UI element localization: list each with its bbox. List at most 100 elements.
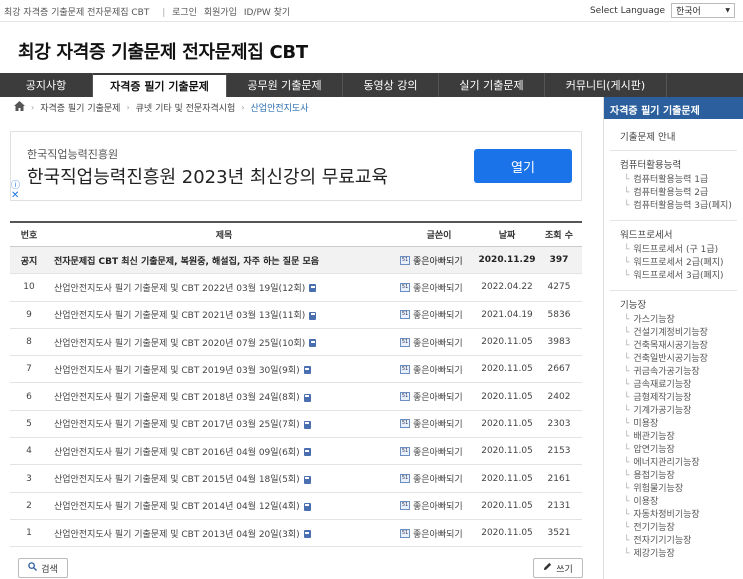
sidebar-item-label[interactable]: 워드프로세서 (구 1급): [633, 245, 718, 255]
row-author-name[interactable]: 좋은아빠되기: [413, 308, 463, 321]
sidebar-category[interactable]: 컴퓨터활용능력: [604, 157, 743, 171]
sidebar-item-label[interactable]: 금속재료기능장: [633, 380, 691, 390]
row-title-text[interactable]: 산업안전지도사 필기 기출문제 및 CBT 2019년 03월 30일(9회): [54, 366, 300, 376]
sidebar-item-label[interactable]: 미용장: [633, 419, 658, 429]
search-button[interactable]: 검색: [18, 558, 68, 578]
sidebar-item[interactable]: └ 위험물기능장: [604, 483, 743, 496]
sidebar-item[interactable]: └ 금형제작기능장: [604, 392, 743, 405]
close-icon[interactable]: ✕: [11, 190, 19, 201]
row-author[interactable]: 51 좋은아빠되기: [400, 308, 478, 321]
sidebar-item[interactable]: └ 컴퓨터활용능력 3급(폐지): [604, 200, 743, 213]
row-title-text[interactable]: 전자문제집 CBT 최신 기출문제, 복원중, 해설집, 자주 하는 질문 모음: [54, 257, 319, 267]
signup-link[interactable]: 회원가입: [204, 8, 237, 18]
table-row[interactable]: 9 산업안전지도사 필기 기출문제 및 CBT 2021년 03월 13일(11회…: [10, 302, 582, 329]
sidebar-item-label[interactable]: 컴퓨터활용능력 2급: [633, 188, 708, 198]
sidebar-header[interactable]: 자격증 필기 기출문제: [604, 97, 743, 119]
ad-headline[interactable]: 한국직업능력진흥원 2023년 최신강의 무료교육: [27, 163, 388, 189]
sidebar-item-label[interactable]: 전기기능장: [633, 523, 674, 533]
row-author[interactable]: 51 좋은아빠되기: [400, 472, 478, 485]
row-author[interactable]: 51 좋은아빠되기: [400, 363, 478, 376]
row-author[interactable]: 51 좋은아빠되기: [400, 499, 478, 512]
nav-civil-service[interactable]: 공무원 기출문제: [227, 73, 343, 97]
row-title[interactable]: 산업안전지도사 필기 기출문제 및 CBT 2021년 03월 13일(11회): [48, 308, 400, 321]
sidebar-item[interactable]: └ 에너지관리기능장: [604, 457, 743, 470]
row-author-name[interactable]: 좋은아빠되기: [413, 417, 463, 430]
home-icon[interactable]: [14, 101, 25, 114]
sidebar-category[interactable]: 워드프로세서: [604, 227, 743, 241]
row-title[interactable]: 산업안전지도사 필기 기출문제 및 CBT 2013년 04월 20일(3회): [48, 527, 400, 540]
ad-banner[interactable]: 한국직업능력진흥원 한국직업능력진흥원 2023년 최신강의 무료교육 열기 ⓘ…: [10, 131, 582, 201]
sidebar-item-label[interactable]: 건축일반시공기능장: [633, 354, 708, 364]
sidebar-item[interactable]: └ 워드프로세서 2급(폐지): [604, 257, 743, 270]
sidebar-category[interactable]: 기능장: [604, 297, 743, 311]
row-title[interactable]: 산업안전지도사 필기 기출문제 및 CBT 2014년 04월 12일(4회): [48, 499, 400, 512]
table-row[interactable]: 4 산업안전지도사 필기 기출문제 및 CBT 2016년 04월 09일(6회)…: [10, 438, 582, 466]
row-author[interactable]: 51 좋은아빠되기: [400, 527, 478, 540]
sidebar-item[interactable]: └ 가스기능장: [604, 314, 743, 327]
header-views[interactable]: 조회 수: [536, 228, 582, 241]
sidebar-guide[interactable]: 기출문제 안내: [604, 129, 743, 143]
sidebar-item-label[interactable]: 전자기기기능장: [633, 536, 691, 546]
sidebar-item-label[interactable]: 컴퓨터활용능력 3급(폐지): [633, 201, 731, 211]
row-author-name[interactable]: 좋은아빠되기: [413, 445, 463, 458]
sidebar-item[interactable]: └ 제강기능장: [604, 548, 743, 561]
row-author[interactable]: 51 좋은아빠되기: [400, 336, 478, 349]
sidebar-item-label[interactable]: 기계가공기능장: [633, 406, 691, 416]
table-row[interactable]: 5 산업안전지도사 필기 기출문제 및 CBT 2017년 03월 25일(7회)…: [10, 411, 582, 439]
sidebar-item-label[interactable]: 건설기계정비기능장: [633, 328, 708, 338]
row-title-text[interactable]: 산업안전지도사 필기 기출문제 및 CBT 2020년 07월 25일(10회): [54, 339, 305, 349]
sidebar-item-label[interactable]: 컴퓨터활용능력 1급: [633, 175, 708, 185]
row-author-name[interactable]: 좋은아빠되기: [413, 254, 463, 267]
row-author-name[interactable]: 좋은아빠되기: [413, 527, 463, 540]
row-title[interactable]: 산업안전지도사 필기 기출문제 및 CBT 2015년 04월 18일(5회): [48, 472, 400, 485]
nav-written-exam[interactable]: 자격증 필기 기출문제: [93, 73, 227, 97]
sidebar-item[interactable]: └ 이용장: [604, 496, 743, 509]
row-author-name[interactable]: 좋은아빠되기: [413, 363, 463, 376]
row-author[interactable]: 51 좋은아빠되기: [400, 417, 478, 430]
sidebar-item-label[interactable]: 압연기능장: [633, 445, 674, 455]
table-row[interactable]: 8 산업안전지도사 필기 기출문제 및 CBT 2020년 07월 25일(10회…: [10, 329, 582, 357]
sidebar-item[interactable]: └ 압연기능장: [604, 444, 743, 457]
ad-open-button[interactable]: 열기: [474, 149, 572, 183]
row-author-name[interactable]: 좋은아빠되기: [413, 390, 463, 403]
table-row[interactable]: 3 산업안전지도사 필기 기출문제 및 CBT 2015년 04월 18일(5회)…: [10, 465, 582, 493]
row-title[interactable]: 산업안전지도사 필기 기출문제 및 CBT 2017년 03월 25일(7회): [48, 417, 400, 430]
sidebar-item[interactable]: └ 용접기능장: [604, 470, 743, 483]
sidebar-item[interactable]: └ 건축일반시공기능장: [604, 353, 743, 366]
nav-video-lecture[interactable]: 동영상 강의: [343, 73, 439, 97]
sidebar-item[interactable]: └ 건설기계정비기능장: [604, 327, 743, 340]
row-author-name[interactable]: 좋은아빠되기: [413, 336, 463, 349]
sidebar-item[interactable]: └ 전자기기기능장: [604, 535, 743, 548]
row-title-text[interactable]: 산업안전지도사 필기 기출문제 및 CBT 2014년 04월 12일(4회): [54, 502, 300, 512]
row-title-text[interactable]: 산업안전지도사 필기 기출문제 및 CBT 2016년 04월 09일(6회): [54, 448, 300, 458]
sidebar-item[interactable]: └ 미용장: [604, 418, 743, 431]
sidebar-item-label[interactable]: 귀금속가공기능장: [633, 367, 699, 377]
row-title-text[interactable]: 산업안전지도사 필기 기출문제 및 CBT 2013년 04월 20일(3회): [54, 530, 300, 540]
table-row[interactable]: 7 산업안전지도사 필기 기출문제 및 CBT 2019년 03월 30일(9회)…: [10, 356, 582, 384]
breadcrumb-item[interactable]: 큐넷 기타 및 전문자격시험: [136, 101, 236, 114]
sidebar-item[interactable]: └ 자동차정비기능장: [604, 509, 743, 522]
row-author-name[interactable]: 좋은아빠되기: [413, 281, 463, 294]
sidebar-item-label[interactable]: 워드프로세서 3급(폐지): [633, 271, 723, 281]
sidebar-item[interactable]: └ 기계가공기능장: [604, 405, 743, 418]
sidebar-item-label[interactable]: 위험물기능장: [633, 484, 683, 494]
sidebar-item-label[interactable]: 용접기능장: [633, 471, 674, 481]
row-author-name[interactable]: 좋은아빠되기: [413, 472, 463, 485]
write-button[interactable]: 쓰기: [533, 558, 583, 578]
nav-notice[interactable]: 공지사항: [0, 73, 93, 97]
sidebar-item[interactable]: └ 컴퓨터활용능력 1급: [604, 174, 743, 187]
sidebar-item[interactable]: └ 컴퓨터활용능력 2급: [604, 187, 743, 200]
table-row[interactable]: 1 산업안전지도사 필기 기출문제 및 CBT 2013년 04월 20일(3회)…: [10, 520, 582, 548]
sidebar-item-label[interactable]: 건축목재시공기능장: [633, 341, 708, 351]
sidebar-item[interactable]: └ 배관기능장: [604, 431, 743, 444]
row-author[interactable]: 51 좋은아빠되기: [400, 281, 478, 294]
login-link[interactable]: 로그인: [172, 8, 197, 18]
row-author[interactable]: 51 좋은아빠되기: [400, 445, 478, 458]
header-date[interactable]: 날짜: [478, 228, 536, 241]
row-title-text[interactable]: 산업안전지도사 필기 기출문제 및 CBT 2015년 04월 18일(5회): [54, 475, 300, 485]
find-id-link[interactable]: ID/PW 찾기: [244, 8, 290, 18]
sidebar-item-label[interactable]: 이용장: [633, 497, 658, 507]
sidebar-item-label[interactable]: 배관기능장: [633, 432, 674, 442]
sidebar-item[interactable]: └ 워드프로세서 3급(폐지): [604, 270, 743, 283]
sidebar-item[interactable]: └ 전기기능장: [604, 522, 743, 535]
